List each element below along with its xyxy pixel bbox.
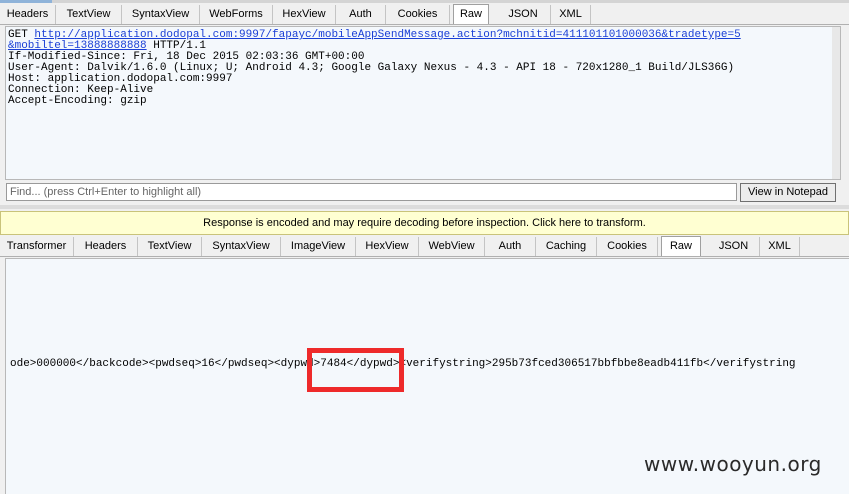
request-tab-raw[interactable]: Raw: [453, 4, 489, 24]
request-tab-syntaxview[interactable]: SyntaxView: [122, 5, 200, 24]
request-tab-auth[interactable]: Auth: [336, 5, 386, 24]
request-tab-textview[interactable]: TextView: [56, 5, 122, 24]
view-in-notepad-button[interactable]: View in Notepad: [740, 183, 836, 202]
response-tab-raw[interactable]: Raw: [661, 236, 701, 256]
watermark: www.wooyun.org: [644, 452, 822, 476]
response-tab-bar: Transformer Headers TextView SyntaxView …: [0, 235, 849, 257]
request-tab-headers[interactable]: Headers: [0, 5, 56, 24]
response-tab-auth[interactable]: Auth: [485, 237, 536, 256]
response-tab-hexview[interactable]: HexView: [356, 237, 419, 256]
response-tab-caching[interactable]: Caching: [536, 237, 597, 256]
find-input[interactable]: Find... (press Ctrl+Enter to highlight a…: [6, 183, 737, 201]
response-tab-headers[interactable]: Headers: [74, 237, 138, 256]
request-header-line: Accept-Encoding: gzip: [8, 95, 147, 107]
response-tab-xml[interactable]: XML: [760, 237, 800, 256]
response-tab-cookies[interactable]: Cookies: [597, 237, 658, 256]
request-tab-hexview[interactable]: HexView: [273, 5, 336, 24]
response-tab-syntaxview[interactable]: SyntaxView: [202, 237, 281, 256]
response-tab-textview[interactable]: TextView: [138, 237, 202, 256]
response-tab-imageview[interactable]: ImageView: [281, 237, 356, 256]
request-tab-json[interactable]: JSON: [496, 5, 551, 24]
request-raw-pane[interactable]: GET http://application.dodopal.com:9997/…: [5, 26, 841, 180]
request-tab-bar: Headers TextView SyntaxView WebForms Hex…: [0, 3, 849, 25]
request-scrollbar[interactable]: [832, 27, 840, 179]
response-tab-webview[interactable]: WebView: [419, 237, 485, 256]
pane-splitter[interactable]: [0, 205, 849, 209]
request-tab-xml[interactable]: XML: [551, 5, 591, 24]
response-tab-json[interactable]: JSON: [708, 237, 760, 256]
response-tab-transformer[interactable]: Transformer: [0, 237, 74, 256]
request-tab-cookies[interactable]: Cookies: [386, 5, 450, 24]
highlight-box: [307, 348, 404, 392]
request-tab-webforms[interactable]: WebForms: [200, 5, 273, 24]
decode-banner[interactable]: Response is encoded and may require deco…: [0, 211, 849, 235]
